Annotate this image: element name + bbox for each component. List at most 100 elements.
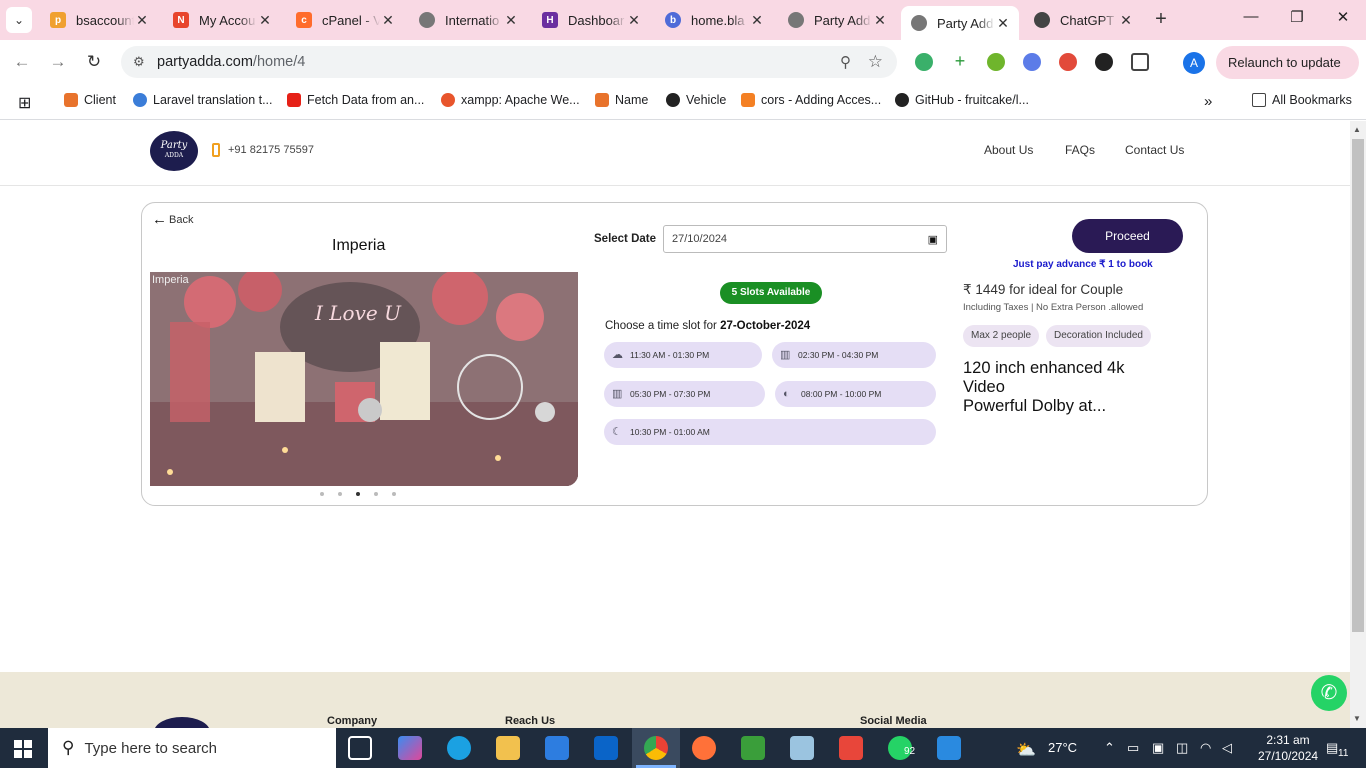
time-slot-3[interactable]: ▥ 05:30 PM - 07:30 PM [604,381,765,407]
weather-temp[interactable]: 27°C [1048,740,1077,755]
volume-icon[interactable]: ◁ [1222,740,1232,756]
tab-dashboard[interactable]: H Dashboar ✕ [532,6,650,34]
extension-icon[interactable] [987,53,1005,71]
date-input[interactable]: 27/10/2024 ▣ [663,225,947,253]
venue-image[interactable]: I Love U Imperia [150,272,578,486]
edge-icon[interactable] [447,736,471,760]
tab-chatgpt[interactable]: ChatGPT ✕ [1024,6,1142,34]
bookmark-fetch-data[interactable]: Fetch Data from an... [287,93,424,107]
reload-icon[interactable]: ↻ [82,52,106,72]
proceed-button[interactable]: Proceed [1072,219,1183,253]
relaunch-button[interactable]: Relaunch to update ⋮ [1216,46,1359,79]
page-scrollbar[interactable]: ▲ ▼ [1350,121,1366,728]
zoom-icon[interactable]: ⚲ [840,53,851,71]
calendar-icon[interactable]: ▣ [928,233,938,246]
close-icon[interactable]: ✕ [1118,12,1134,29]
bookmark-laravel[interactable]: Laravel translation t... [133,93,273,107]
bookmark-cors[interactable]: cors - Adding Acces... [741,93,881,107]
site-info-icon[interactable]: ⚙ [133,54,151,70]
tab-international[interactable]: Internatio ✕ [409,6,527,34]
forward-arrow-icon[interactable]: → [46,52,70,72]
outlook-icon[interactable] [594,736,618,760]
nav-faqs[interactable]: FAQs [1065,143,1095,157]
tab-my-account[interactable]: N My Accou ✕ [163,6,281,34]
nav-about-us[interactable]: About Us [984,143,1033,157]
extension-icon[interactable] [1023,53,1041,71]
phone-contact[interactable]: +91 82175 75597 [212,143,314,157]
more-bookmarks-icon[interactable]: » [1204,93,1212,110]
time-slot-1[interactable]: ☁ 11:30 AM - 01:30 PM [604,342,762,368]
tab-bsaccount[interactable]: p bsaccount ✕ [40,6,158,34]
address-bar[interactable]: ⚙ partyadda.com/home/4 ⚲ ☆ [121,46,897,78]
notification-icon[interactable]: ▤ [1326,740,1338,756]
vscode-icon[interactable] [937,736,961,760]
tab-party-adda-active[interactable]: Party Add ✕ [901,6,1019,40]
scroll-up-icon[interactable]: ▲ [1353,125,1361,134]
bookmark-client[interactable]: Client [64,93,116,107]
carousel-dot[interactable] [392,492,396,496]
bookmark-star-icon[interactable]: ☆ [868,52,883,72]
extension-icon[interactable] [915,53,933,71]
tab-home-blade[interactable]: b home.bla ✕ [655,6,773,34]
weather-icon[interactable]: ⛅ [1016,740,1036,760]
restore-icon[interactable]: ❐ [1282,8,1312,26]
file-explorer-icon[interactable] [496,736,520,760]
upwork-icon[interactable] [741,736,765,760]
firefox-icon[interactable] [692,736,716,760]
nav-contact-us[interactable]: Contact Us [1125,143,1184,157]
carousel-dot[interactable] [338,492,342,496]
back-arrow-icon[interactable]: ← [10,52,34,72]
extensions-puzzle-icon[interactable] [1131,53,1149,71]
copilot-icon[interactable] [398,736,422,760]
close-icon[interactable]: ✕ [380,12,396,29]
time-slot-4[interactable]: ◐ 08:00 PM - 10:00 PM [775,381,936,407]
notepad-icon[interactable] [790,736,814,760]
minimize-icon[interactable]: — [1236,8,1266,25]
windows-start-icon[interactable] [14,740,32,758]
battery-icon[interactable]: ▭ [1127,740,1139,756]
plus-extension-icon[interactable]: + [951,52,969,71]
anydesk-icon[interactable] [839,736,863,760]
store-icon[interactable] [545,736,569,760]
taskbar-search[interactable]: ⚲ Type here to search [48,728,336,768]
time-slot-5[interactable]: ☾ 10:30 PM - 01:00 AM [604,419,936,445]
close-icon[interactable]: ✕ [626,12,642,29]
party-adda-logo[interactable]: Party ADDA [150,131,198,171]
carousel-dot[interactable] [320,492,324,496]
apps-grid-icon[interactable]: ⊞ [18,93,31,113]
whatsapp-icon[interactable]: ✆ [1311,675,1347,711]
close-icon[interactable]: ✕ [134,12,150,29]
new-tab-button[interactable]: + [1150,8,1172,30]
time-slot-2[interactable]: ▥ 02:30 PM - 04:30 PM [772,342,936,368]
back-link[interactable]: ← Back [152,211,193,228]
bookmark-vehicle[interactable]: Vehicle [666,93,726,107]
carousel-dot[interactable] [374,492,378,496]
city-icon: ▥ [612,388,623,400]
scrollbar-thumb[interactable] [1352,139,1364,632]
profile-avatar[interactable]: A [1183,52,1205,74]
meet-icon[interactable]: ▣ [1152,740,1164,756]
bookmark-github[interactable]: GitHub - fruitcake/l... [895,93,1029,107]
all-bookmarks[interactable]: All Bookmarks [1252,93,1352,107]
bookmark-name[interactable]: Name [595,93,648,107]
tray-chevron-icon[interactable]: ⌃ [1104,740,1115,756]
close-icon[interactable]: ✕ [995,15,1011,32]
close-window-icon[interactable]: ✕ [1328,8,1358,26]
close-icon[interactable]: ✕ [749,12,765,29]
extension-icon[interactable] [1095,53,1113,71]
bookmark-xampp[interactable]: xampp: Apache We... [441,93,580,107]
close-icon[interactable]: ✕ [503,12,519,29]
tab-cpanel[interactable]: c cPanel - V ✕ [286,6,404,34]
extension-icon[interactable] [1059,53,1077,71]
scroll-down-icon[interactable]: ▼ [1353,714,1361,723]
close-icon[interactable]: ✕ [257,12,273,29]
tab-search-button[interactable]: ⌄ [6,7,32,33]
wifi-icon[interactable]: ◠ [1200,740,1211,756]
taskbar-clock[interactable]: 2:31 am 27/10/2024 [1258,732,1318,764]
chrome-icon[interactable] [644,736,668,760]
display-icon[interactable]: ◫ [1176,740,1188,756]
close-icon[interactable]: ✕ [872,12,888,29]
task-view-icon[interactable] [348,736,372,760]
tab-party-adda-1[interactable]: Party Add ✕ [778,6,896,34]
carousel-dot-active[interactable] [356,492,360,496]
